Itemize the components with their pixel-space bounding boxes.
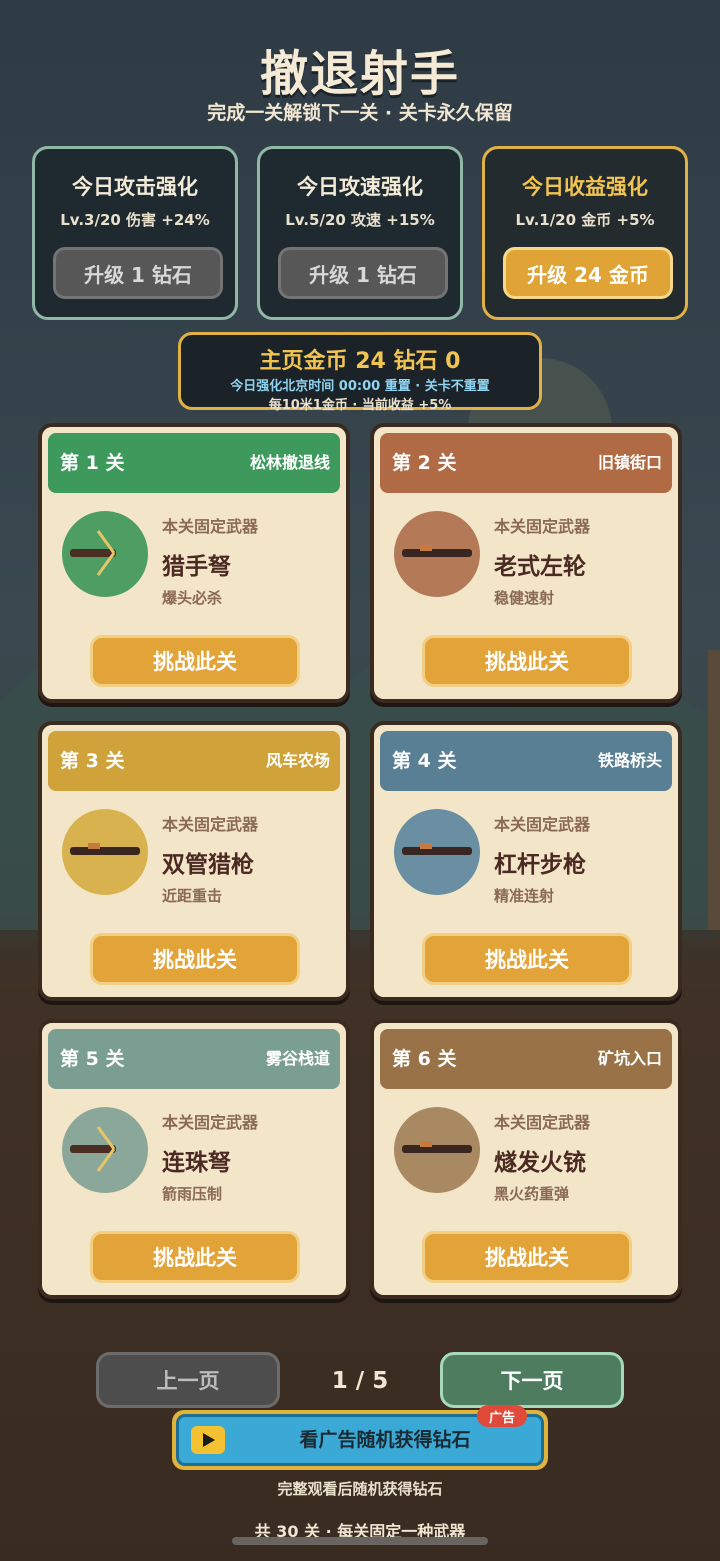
weapon-desc: 箭雨压制	[162, 1185, 223, 1203]
wallet-panel: 主页金币 24 钻石 0 今日强化北京时间 00:00 重置 · 关卡不重置 每…	[178, 332, 542, 413]
weapon-desc: 爆头必杀	[162, 589, 223, 607]
weapon-name: 杠杆步枪	[494, 852, 586, 878]
level-card-3: 第 3 关 风车农场 本关固定武器 双管猎枪 近距重击 挑战此关	[38, 721, 350, 1001]
level-card-4: 第 4 关 铁路桥头 本关固定武器 杠杆步枪 精准连射 挑战此关	[370, 721, 682, 1001]
level-number: 第 2 关	[392, 452, 457, 474]
level-header: 第 3 关 风车农场	[48, 731, 340, 791]
upgrade-level: Lv.5/20 攻速 +15%	[285, 211, 435, 229]
weapon-desc: 近距重击	[162, 887, 223, 905]
level-card-2: 第 2 关 旧镇街口 本关固定武器 老式左轮 稳健速射 挑战此关	[370, 423, 682, 703]
gun-icon	[402, 1141, 472, 1153]
weapon-label: 本关固定武器	[162, 1113, 259, 1132]
level-number: 第 4 关	[392, 750, 457, 772]
home-indicator[interactable]	[232, 1537, 488, 1545]
next-page-button[interactable]: 下一页	[440, 1352, 624, 1408]
game-title: 撤退射手	[259, 46, 460, 102]
level-header: 第 2 关 旧镇街口	[380, 433, 672, 493]
upgrade-attack-button[interactable]: 升级 1 钻石	[53, 247, 223, 299]
level-number: 第 3 关	[60, 750, 125, 772]
post-decoration	[708, 650, 720, 930]
watch-ad-button[interactable]: 看广告随机获得钻石 广告	[172, 1405, 548, 1470]
upgrade-level: Lv.1/20 金币 +5%	[515, 211, 655, 229]
weapon-badge	[62, 1107, 148, 1193]
level-number: 第 6 关	[392, 1048, 457, 1070]
crossbow-icon	[70, 530, 116, 576]
game-menu-screen: 撤退射手 完成一关解锁下一关 · 关卡永久保留 今日攻击强化 Lv.3/20 伤…	[0, 0, 720, 1561]
weapon-badge	[62, 809, 148, 895]
weapon-name: 双管猎枪	[162, 852, 254, 878]
weapon-desc: 精准连射	[494, 887, 555, 905]
weapon-label: 本关固定武器	[162, 517, 259, 536]
level-header: 第 5 关 雾谷栈道	[48, 1029, 340, 1089]
play-icon	[191, 1426, 225, 1454]
level-number: 第 5 关	[60, 1048, 125, 1070]
level-header: 第 4 关 铁路桥头	[380, 731, 672, 791]
weapon-badge	[394, 809, 480, 895]
weapon-label: 本关固定武器	[162, 815, 259, 834]
weapon-label: 本关固定武器	[494, 1113, 591, 1132]
wallet-balance: 主页金币 24 钻石 0	[259, 349, 461, 374]
ad-note: 完整观看后随机获得钻石	[277, 1480, 443, 1498]
weapon-name: 猎手弩	[162, 554, 231, 580]
level-card-5: 第 5 关 雾谷栈道 本关固定武器 连珠弩 箭雨压制 挑战此关	[38, 1019, 350, 1299]
level-place: 矿坑入口	[597, 1049, 662, 1068]
weapon-name: 老式左轮	[494, 554, 586, 580]
level-card-1: 第 1 关 松林撤退线 本关固定武器 猎手弩 爆头必杀 挑战此关	[38, 423, 350, 703]
watch-ad-inner[interactable]: 看广告随机获得钻石 广告	[176, 1405, 544, 1466]
challenge-button[interactable]: 挑战此关	[422, 635, 632, 687]
weapon-desc: 稳健速射	[494, 589, 555, 607]
gun-icon	[70, 843, 140, 855]
upgrade-card-income: 今日收益强化 Lv.1/20 金币 +5% 升级 24 金币	[482, 146, 688, 320]
level-place: 铁路桥头	[597, 751, 662, 770]
level-header: 第 6 关 矿坑入口	[380, 1029, 672, 1089]
upgrade-level: Lv.3/20 伤害 +24%	[60, 211, 210, 229]
prev-page-button[interactable]: 上一页	[96, 1352, 280, 1408]
challenge-button[interactable]: 挑战此关	[90, 933, 300, 985]
page-indicator: 1 / 5	[331, 1368, 389, 1394]
level-place: 松林撤退线	[249, 453, 330, 472]
gun-icon	[402, 545, 472, 557]
level-header: 第 1 关 松林撤退线	[48, 433, 340, 493]
weapon-badge	[394, 511, 480, 597]
reset-info: 今日强化北京时间 00:00 重置 · 关卡不重置	[230, 379, 490, 394]
weapon-desc: 黑火药重弹	[494, 1185, 570, 1203]
upgrade-card-attack: 今日攻击强化 Lv.3/20 伤害 +24% 升级 1 钻石	[32, 146, 238, 320]
weapon-badge	[394, 1107, 480, 1193]
ad-badge: 广告	[477, 1405, 527, 1427]
upgrade-speed-button[interactable]: 升级 1 钻石	[278, 247, 448, 299]
level-card-6: 第 6 关 矿坑入口 本关固定武器 燧发火铳 黑火药重弹 挑战此关	[370, 1019, 682, 1299]
challenge-button[interactable]: 挑战此关	[422, 933, 632, 985]
income-info: 每10米1金币 · 当前收益 +5%	[268, 398, 452, 413]
game-subtitle: 完成一关解锁下一关 · 关卡永久保留	[207, 102, 513, 124]
gun-icon	[402, 843, 472, 855]
upgrade-name: 今日攻击强化	[72, 175, 198, 199]
upgrade-income-button[interactable]: 升级 24 金币	[503, 247, 673, 299]
level-place: 旧镇街口	[597, 453, 662, 472]
challenge-button[interactable]: 挑战此关	[422, 1231, 632, 1283]
weapon-label: 本关固定武器	[494, 517, 591, 536]
level-place: 风车农场	[265, 751, 330, 770]
weapon-label: 本关固定武器	[494, 815, 591, 834]
weapon-name: 燧发火铳	[494, 1150, 586, 1176]
upgrade-name: 今日收益强化	[522, 175, 648, 199]
challenge-button[interactable]: 挑战此关	[90, 1231, 300, 1283]
upgrade-card-speed: 今日攻速强化 Lv.5/20 攻速 +15% 升级 1 钻石	[257, 146, 463, 320]
crossbow-icon	[70, 1126, 116, 1172]
level-number: 第 1 关	[60, 452, 125, 474]
challenge-button[interactable]: 挑战此关	[90, 635, 300, 687]
weapon-name: 连珠弩	[162, 1150, 231, 1176]
upgrade-name: 今日攻速强化	[297, 175, 423, 199]
level-place: 雾谷栈道	[265, 1049, 330, 1068]
weapon-badge	[62, 511, 148, 597]
